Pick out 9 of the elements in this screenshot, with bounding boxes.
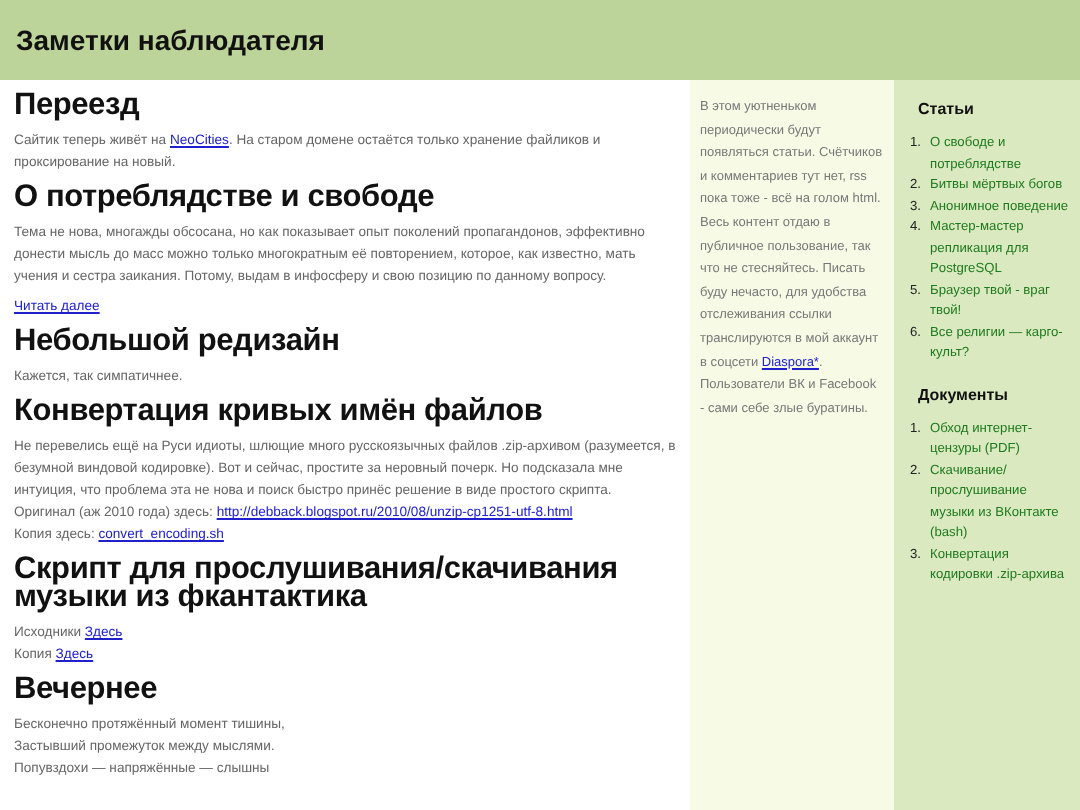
- section-title: Статьи: [918, 100, 976, 118]
- post-title: Вечернее: [14, 676, 160, 704]
- post-title: О потреблядстве и свободе: [14, 184, 437, 212]
- post-title: Небольшой редизайн: [14, 328, 342, 356]
- post-title: Переезд: [14, 92, 142, 120]
- site-title: Заметки наблюдателя: [16, 24, 325, 56]
- post-title: Скрипт для прослушивания/скачивания музыки из фкантактика: [14, 556, 620, 612]
- post-title: Конвертация кривых имён файлов: [14, 398, 545, 426]
- section-title: Документы: [918, 385, 1010, 403]
